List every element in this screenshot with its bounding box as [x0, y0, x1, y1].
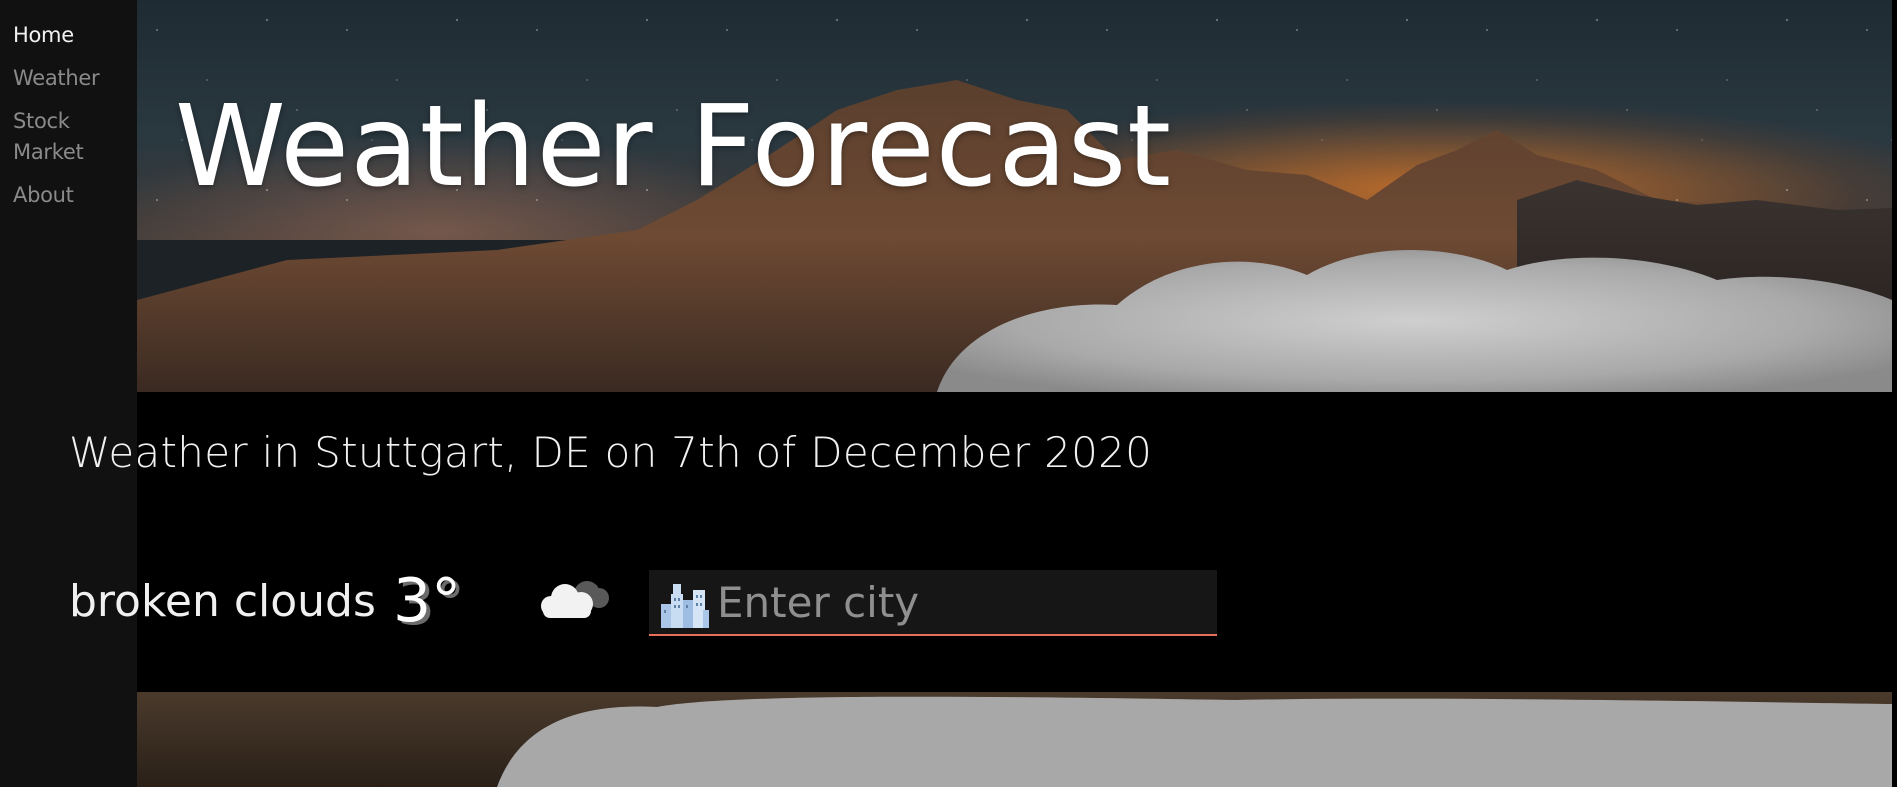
sidebar-nav: Home Weather Stock Market About: [0, 0, 137, 787]
weather-condition: broken clouds: [69, 576, 376, 627]
city-buildings-icon: [661, 584, 709, 628]
city-search-box: [649, 570, 1217, 636]
nav-item-stock-market[interactable]: Stock Market: [13, 106, 123, 168]
city-input[interactable]: [717, 570, 1207, 634]
bottom-banner: [137, 692, 1892, 787]
nav-item-weather[interactable]: Weather: [13, 63, 123, 94]
temperature: 3°: [393, 566, 462, 636]
forecast-headline: Weather in Stuttgart, DE on 7th of Decem…: [69, 428, 1153, 477]
main-content: Weather Forecast: [137, 0, 1892, 787]
cloud-icon: [541, 581, 609, 618]
page-title: Weather Forecast: [175, 82, 1173, 212]
nav-item-about[interactable]: About: [13, 180, 123, 211]
nav-item-home[interactable]: Home: [13, 20, 123, 51]
hero-banner: Weather Forecast: [137, 0, 1892, 392]
cloud-landscape-image: [497, 696, 1892, 787]
